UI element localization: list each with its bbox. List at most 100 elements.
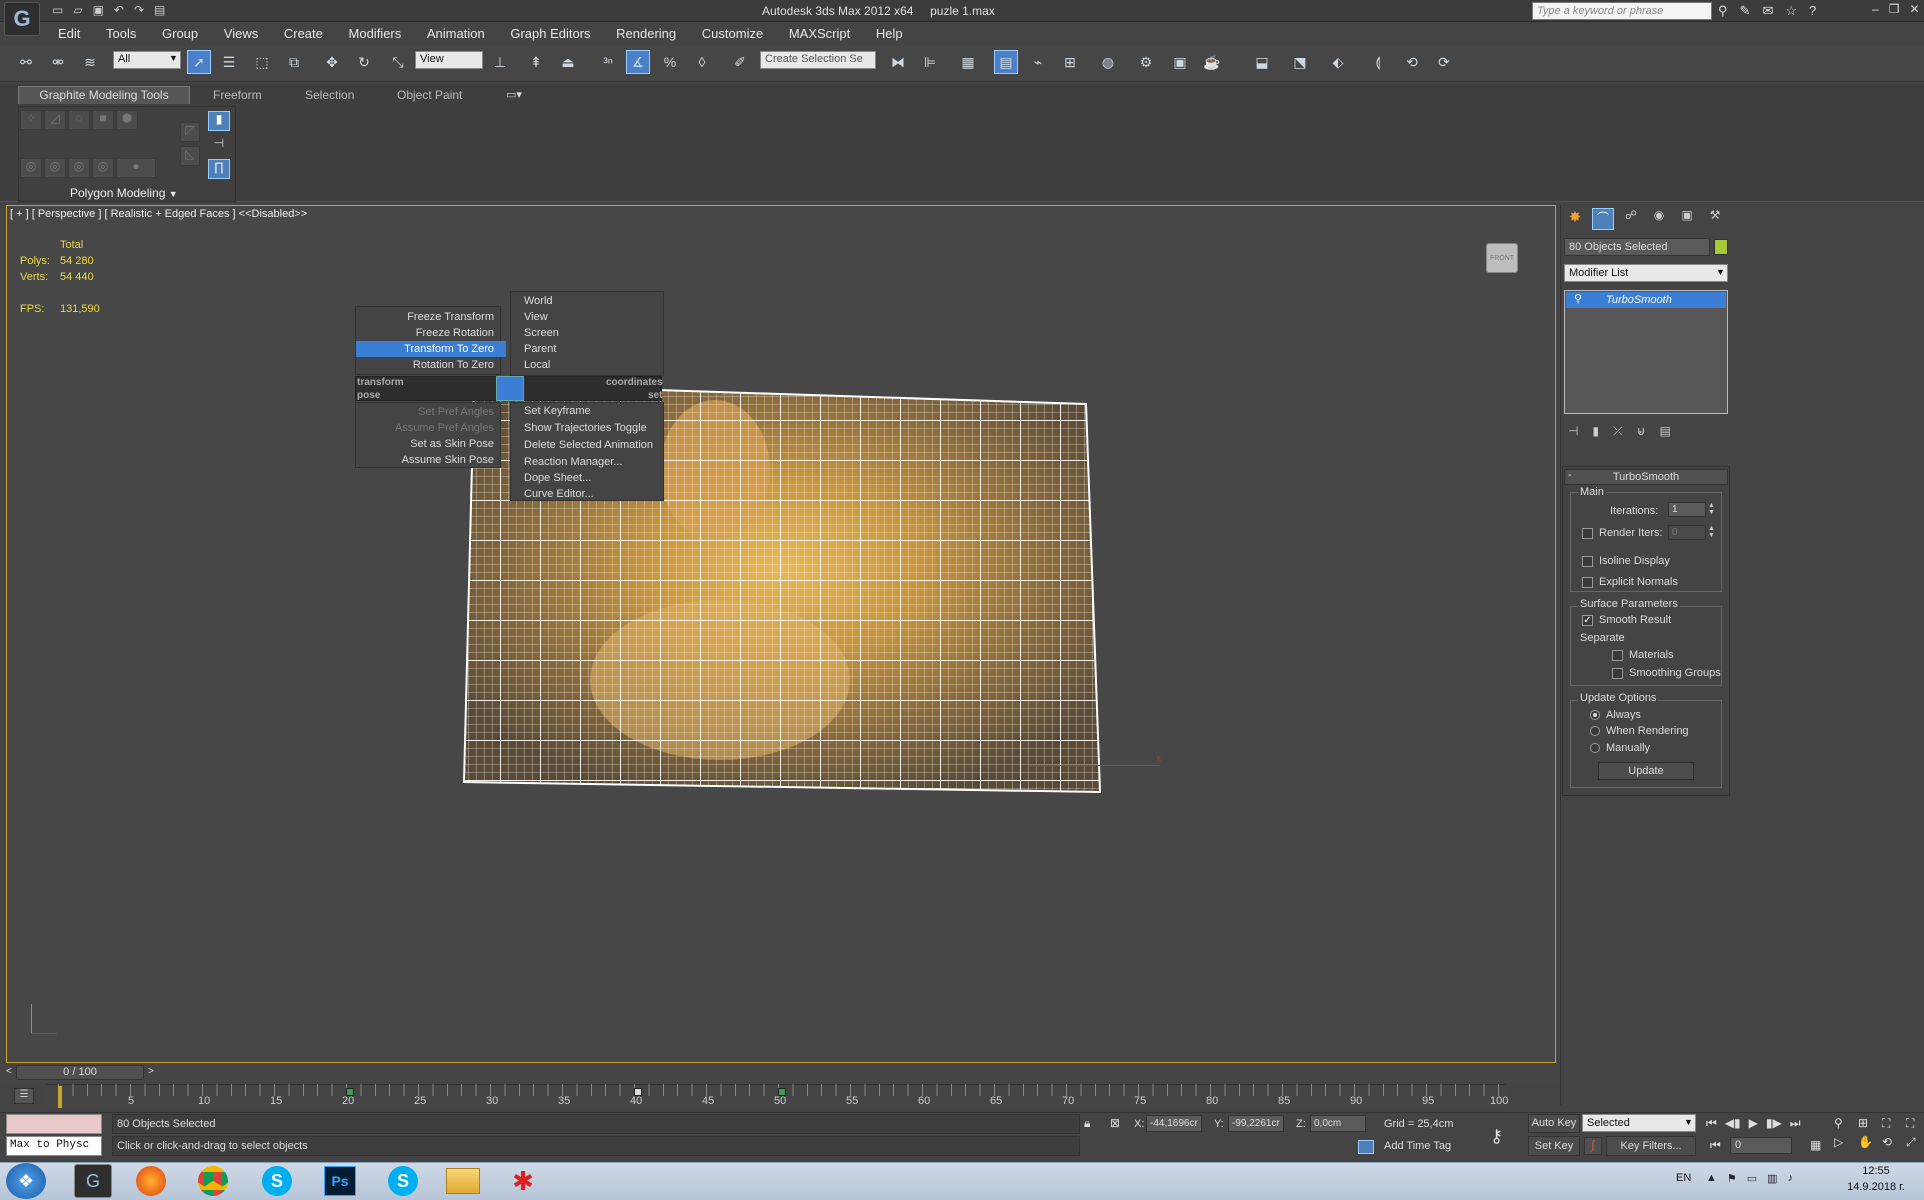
zoom-all-icon[interactable]: ⊞ [1858,1116,1878,1131]
spinner-arrows-icon[interactable]: ▲ ▼ [1708,525,1715,539]
selection-lock-icon[interactable]: 🔒︎ [1084,1116,1090,1131]
time-slider[interactable]: 0 / 100 [16,1065,144,1080]
select-object-icon[interactable]: ➚ [187,50,211,74]
favorites-icon[interactable]: ☆ [1785,3,1797,19]
rollout-collapse-icon[interactable]: - [1568,469,1572,481]
smoothing-groups-row[interactable]: Smoothing Groups [1612,667,1721,679]
qm-freeze-rotation[interactable]: Freeze Rotation [356,325,500,341]
orbit-icon[interactable]: ⟲ [1882,1135,1902,1150]
time-config-icon[interactable]: ▦ [1810,1138,1821,1152]
menu-views[interactable]: Views [224,26,258,41]
viewcube[interactable]: FRONT [1486,243,1518,273]
tools-icon[interactable]: ✎ [1740,3,1751,19]
when-rendering-radio[interactable] [1590,726,1600,737]
clock-date[interactable]: 14.9.2018 г. [1832,1181,1920,1193]
link-icon[interactable]: ⚯ [14,50,38,74]
menu-tools[interactable]: Tools [106,26,136,41]
undo-icon[interactable]: ↶ [114,3,124,19]
time-slider-prev-icon[interactable]: < [6,1066,12,1077]
start-button-icon[interactable]: ❖ [6,1163,46,1199]
percent-snap-icon[interactable]: % [658,50,682,74]
qm-show-trajectories[interactable]: Show Trajectories Toggle [511,420,661,436]
open-file-icon[interactable]: ▱ [73,3,82,19]
clock-time[interactable]: 12:55 [1846,1165,1906,1177]
rendered-frame-icon[interactable]: ▣ [1168,50,1192,74]
layer-manager-icon[interactable]: ▦ [956,50,980,74]
current-frame-field[interactable]: 0 [1730,1137,1792,1154]
smooth-result-row[interactable]: ✓ Smooth Result [1582,614,1671,626]
ribbon-tab-object-paint[interactable]: Object Paint [397,88,462,102]
tray-network-icon[interactable]: ▥ [1767,1172,1777,1185]
play-icon[interactable]: ▶ [1749,1116,1758,1131]
zoom-extents-all-icon[interactable]: ⛶ [1906,1116,1924,1131]
make-unique-icon[interactable]: ∏ [208,159,230,179]
smooth-result-checkbox[interactable]: ✓ [1582,614,1593,626]
object-color-swatch[interactable] [1714,239,1728,255]
menu-rendering[interactable]: Rendering [616,26,676,41]
extra-tool-4-icon[interactable]: ⟬ [1366,50,1390,74]
extra-tool-3-icon[interactable]: ⬖ [1326,50,1350,74]
element-mode-icon[interactable]: ⬢ [116,110,138,130]
polygon-mode-icon[interactable]: ■ [92,110,114,130]
qm-delete-selected-animation[interactable]: Delete Selected Animation [511,437,661,453]
redo-icon[interactable]: ↷ [134,3,144,19]
motion-tab-icon[interactable]: ◉ [1648,208,1670,230]
qm-set-keyframe[interactable]: Set Keyframe [511,403,661,419]
menu-group[interactable]: Group [162,26,198,41]
utilities-tab-icon[interactable]: ⚒ [1704,208,1726,230]
material-editor-icon[interactable]: ◍ [1096,50,1120,74]
selection-name-field[interactable]: 80 Objects Selected [1564,238,1710,256]
edge-mode-icon[interactable]: ◿ [44,110,66,130]
previous-frame-icon[interactable]: ◀▮ [1725,1116,1741,1131]
extra-tool-2-icon[interactable]: ⬔ [1288,50,1312,74]
manually-radio[interactable] [1590,743,1600,754]
ribbon-options-icon[interactable]: ▭▾ [506,88,522,101]
key-mode-toggle-icon[interactable]: ⏮ [1710,1138,1721,1153]
absolute-mode-icon[interactable]: ⊠ [1110,1116,1120,1130]
align-icon[interactable]: ⊫ [918,50,942,74]
menu-help[interactable]: Help [876,26,903,41]
scale-icon[interactable]: ⤡ [386,50,410,74]
binoculars-icon[interactable]: ⚲ [1718,3,1728,19]
taskbar-chrome-icon[interactable] [198,1166,228,1196]
extra-tool-6-icon[interactable]: ⟳ [1432,50,1456,74]
qm-local[interactable]: Local [511,357,661,373]
render-iters-row[interactable]: Render Iters: [1582,527,1663,539]
taskbar-3dsmax-icon[interactable]: G [74,1164,112,1198]
render-production-icon[interactable]: ☕ [1200,50,1224,74]
iterations-spinner[interactable]: 1 [1668,502,1706,517]
restore-icon[interactable]: ❐ [1889,2,1900,16]
minimize-icon[interactable]: – [1872,2,1879,16]
qm-rotation-to-zero[interactable]: Rotation To Zero [356,357,500,373]
qm-curve-editor[interactable]: Curve Editor... [511,486,661,502]
tray-volume-icon[interactable]: ♪ [1788,1172,1794,1185]
keyboard-shortcut-icon[interactable]: ⏏ [556,50,580,74]
always-row[interactable]: Always [1590,709,1641,721]
language-indicator[interactable]: EN [1676,1172,1691,1184]
set-key-button[interactable]: Set Key [1528,1136,1580,1156]
extra-tool-1-icon[interactable]: ⬓ [1250,50,1274,74]
materials-row[interactable]: Materials [1612,649,1674,661]
rotate-icon[interactable]: ↻ [352,50,376,74]
next-frame-icon[interactable]: ▮▶ [1766,1116,1782,1131]
ribbon-tab-freeform[interactable]: Freeform [213,88,262,102]
window-crossing-icon[interactable]: ⧉ [282,50,306,74]
qm-set-as-skin-pose[interactable]: Set as Skin Pose [356,436,500,452]
menu-maxscript[interactable]: MAXScript [789,26,850,41]
create-tab-icon[interactable]: ✸ [1564,208,1586,230]
key-mode-dropdown[interactable]: Selected [1582,1114,1696,1132]
side-tool-2-icon[interactable]: ◺ [180,146,200,166]
maxscript-listener-mini[interactable] [6,1114,102,1134]
ref-coord-dropdown[interactable]: View [415,51,483,69]
tray-flag-icon[interactable]: ⚑ [1727,1172,1737,1185]
keyframe-marker-0[interactable] [58,1086,62,1108]
manually-row[interactable]: Manually [1590,742,1650,754]
configure-sets-icon[interactable]: ▤ [1659,424,1670,439]
save-icon[interactable]: ▣ [93,3,104,19]
time-slider-next-icon[interactable]: > [148,1066,154,1077]
named-selection-dropdown[interactable]: Create Selection Se [760,51,876,69]
taskbar-skype-icon[interactable]: S [262,1166,292,1196]
qm-transform-to-zero[interactable]: Transform To Zero [356,341,506,357]
unlink-icon[interactable]: ⚮ [46,50,70,74]
new-file-icon[interactable]: ▭ [52,3,63,19]
